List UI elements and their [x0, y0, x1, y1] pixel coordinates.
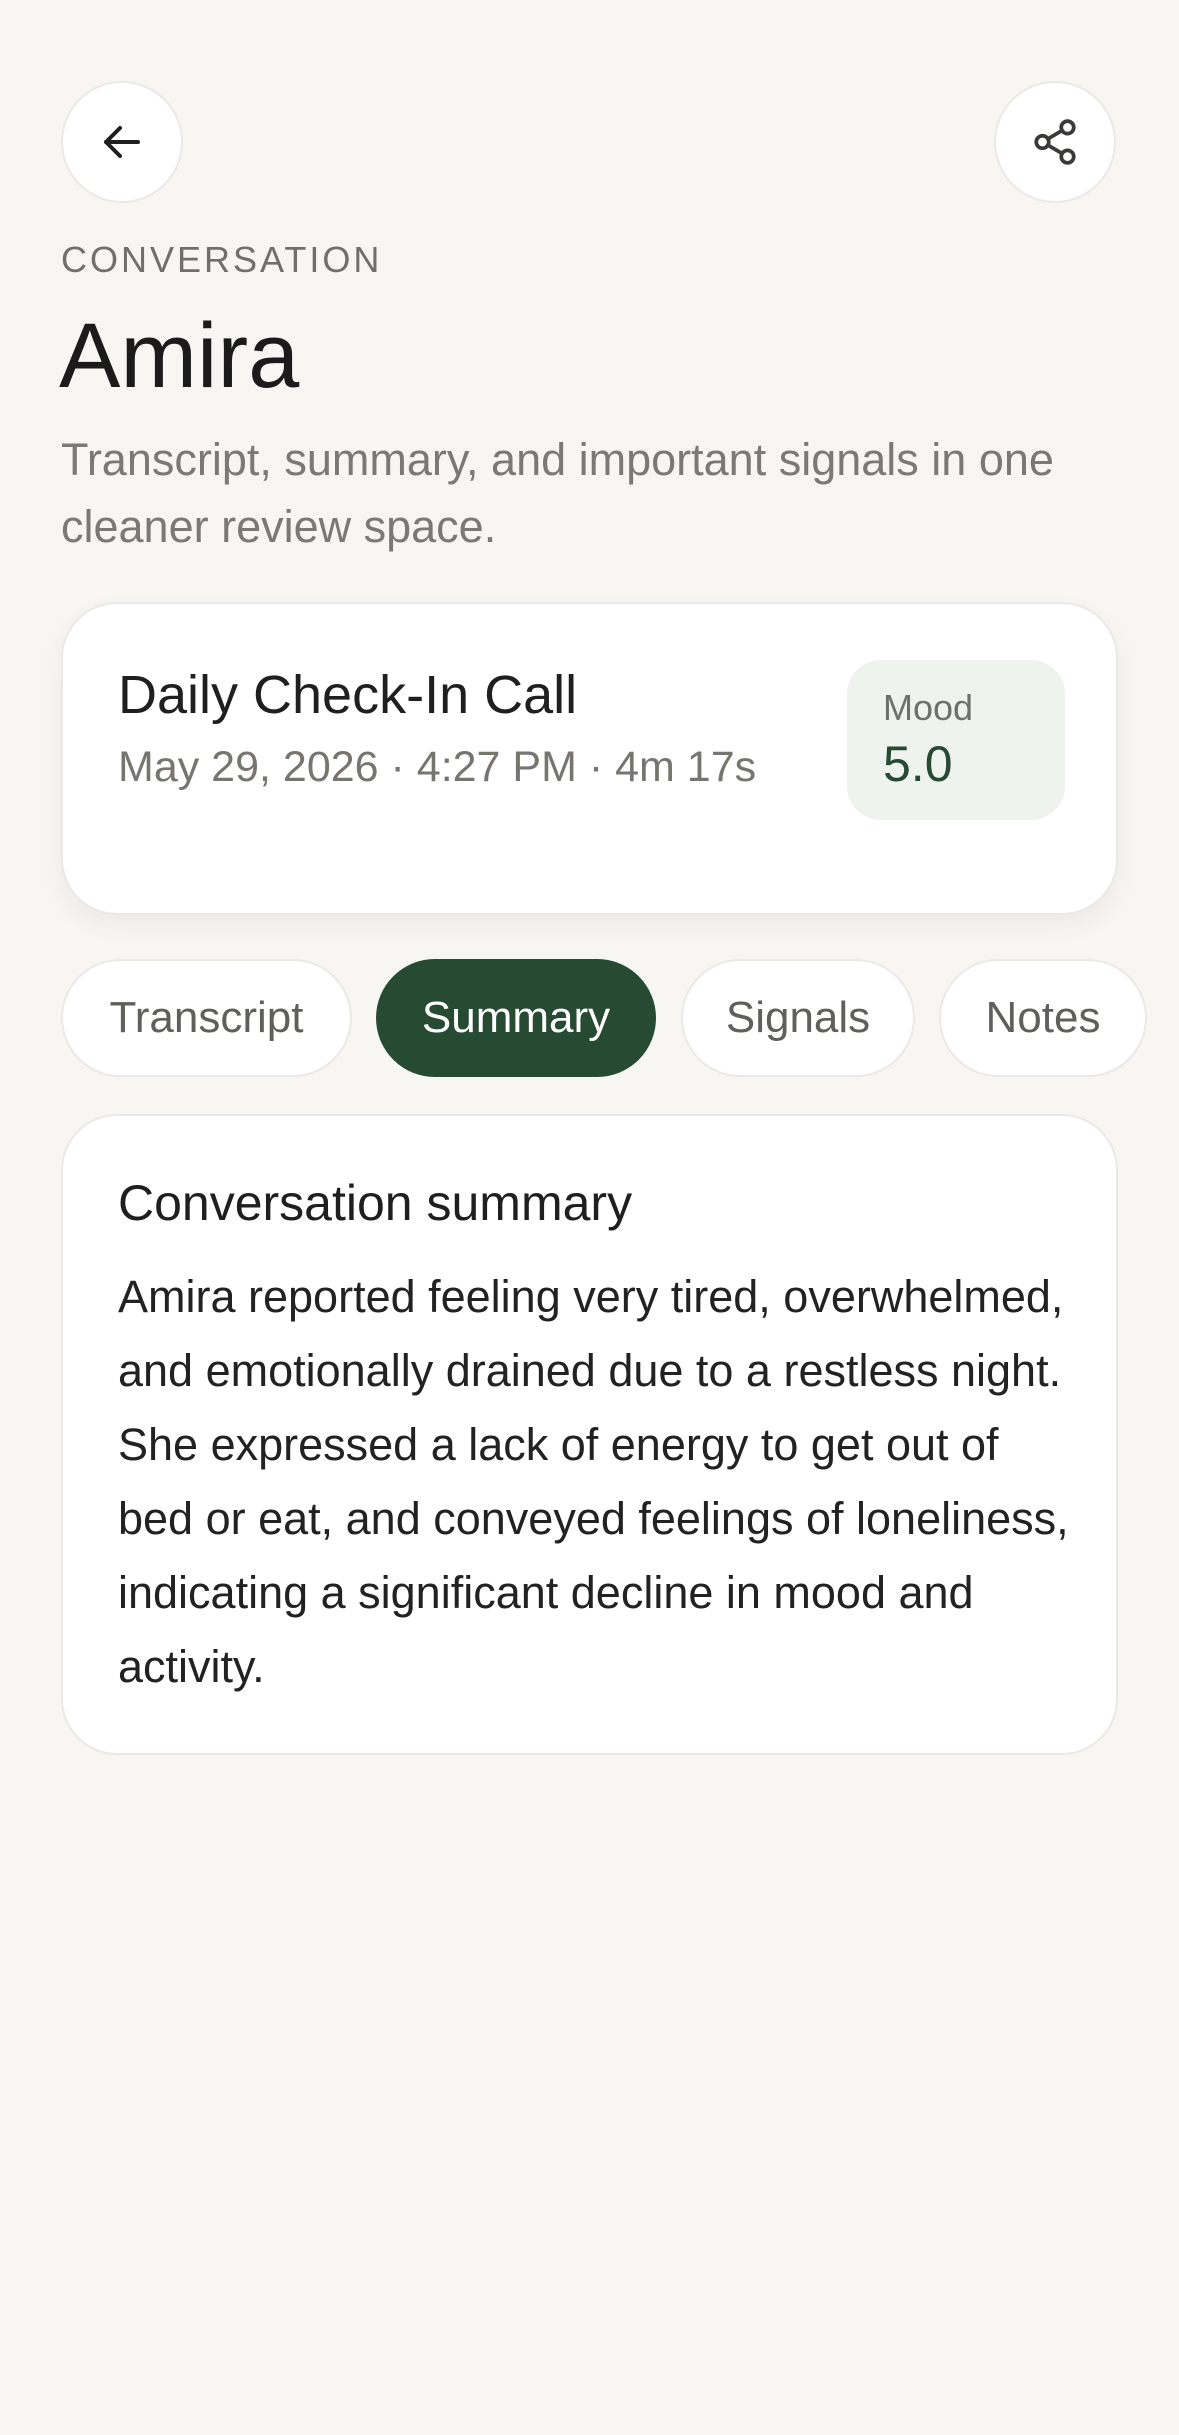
call-card: Daily Check-In Call May 29, 2026 · 4:27 …	[61, 602, 1118, 915]
tab-signals[interactable]: Signals	[681, 959, 915, 1077]
tab-notes[interactable]: Notes	[939, 959, 1147, 1077]
summary-title: Conversation summary	[118, 1175, 633, 1231]
share-icon	[1030, 117, 1080, 167]
tab-transcript[interactable]: Transcript	[61, 959, 352, 1077]
mood-value: 5.0	[883, 736, 953, 792]
page-title: Amira	[59, 305, 300, 407]
arrow-left-icon	[98, 118, 146, 166]
summary-body: Amira reported feeling very tired, overw…	[118, 1271, 1069, 1692]
mood-badge: Mood 5.0	[847, 660, 1065, 820]
summary-card: Conversation summary Amira reported feel…	[61, 1114, 1118, 1755]
tab-summary[interactable]: Summary	[376, 959, 656, 1077]
page-subtitle: Transcript, summary, and important signa…	[61, 434, 1054, 552]
back-button[interactable]	[61, 81, 183, 203]
mood-label: Mood	[883, 687, 974, 728]
call-title: Daily Check-In Call	[118, 665, 578, 725]
call-meta: May 29, 2026 · 4:27 PM · 4m 17s	[118, 743, 757, 791]
share-button[interactable]	[994, 81, 1116, 203]
page-eyebrow: CONVERSATION	[61, 239, 383, 280]
